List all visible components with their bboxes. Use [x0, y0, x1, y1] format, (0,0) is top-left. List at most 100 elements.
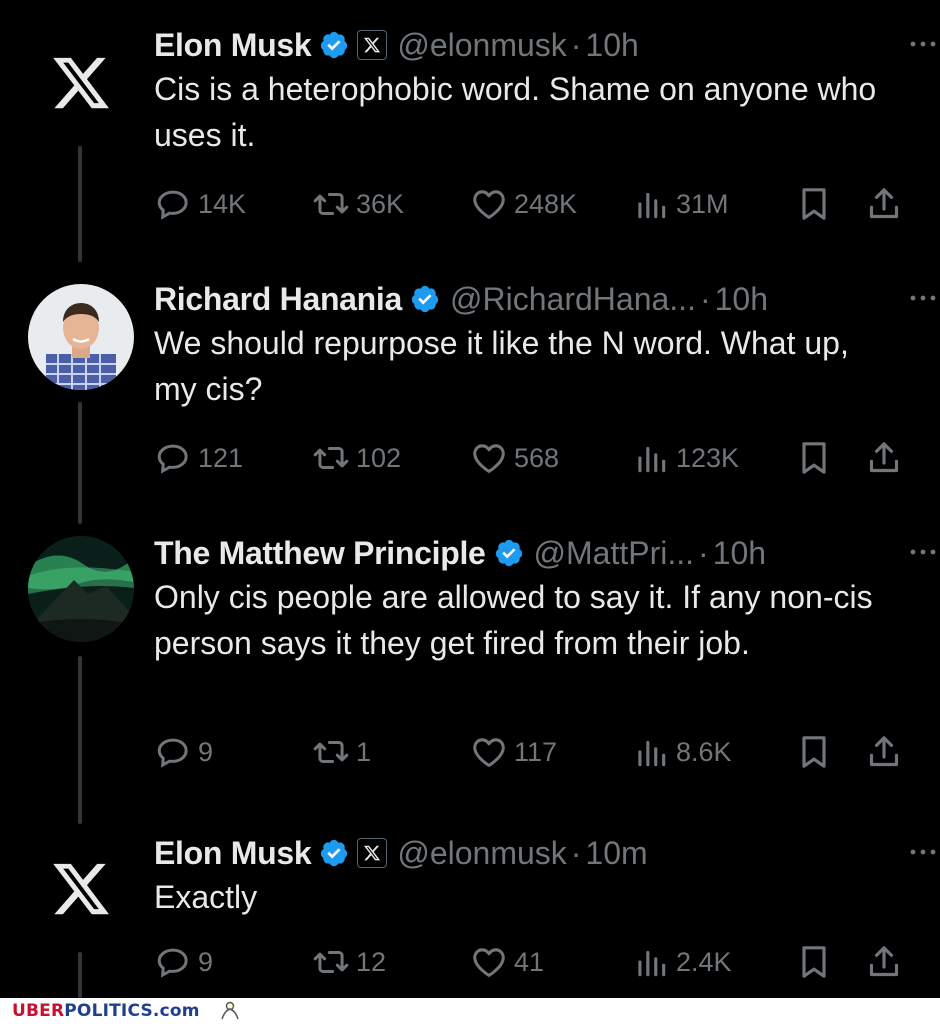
avatar[interactable] [28, 536, 134, 642]
more-options-icon[interactable] [906, 288, 940, 308]
tweet-text: Cis is a heterophobic word. Shame on any… [154, 71, 877, 153]
conversation-thread: Elon Musk @elonmusk · 10h Cis is a heter… [0, 0, 940, 998]
author-handle[interactable]: @MattPri... [534, 535, 695, 572]
tweet-text: Only cis people are allowed to say it. I… [154, 579, 873, 661]
watermark-footer: UBERPOLITICS.com [0, 998, 940, 1024]
views-icon [638, 446, 666, 473]
repost-count: 36K [356, 188, 405, 219]
author-handle[interactable]: @RichardHana... [450, 281, 696, 318]
like-count: 248K [514, 188, 578, 219]
heart-icon [473, 444, 505, 473]
verified-icon [495, 539, 522, 567]
bookmark-icon[interactable] [794, 184, 834, 224]
verified-icon [321, 839, 348, 867]
repost-icon [313, 446, 349, 470]
tweet-header: Elon Musk @elonmusk · 10h [154, 20, 910, 70]
tweet-header: Richard Hanania @RichardHana... · 10h [154, 274, 910, 324]
repost-button[interactable]: 12 [312, 940, 386, 984]
reply-count: 9 [198, 736, 214, 767]
more-options-icon[interactable] [906, 542, 940, 562]
timestamp[interactable]: 10h [715, 281, 768, 318]
timestamp[interactable]: 10h [585, 27, 638, 64]
repost-button[interactable]: 36K [312, 182, 404, 226]
reply-button[interactable]: 14K [154, 182, 246, 226]
reply-icon [157, 444, 188, 474]
tweet-actions: 14K 36K 248K 31M [154, 182, 914, 226]
tweet-text: Exactly [154, 879, 258, 915]
more-options-icon[interactable] [906, 842, 940, 862]
reply-icon [157, 738, 188, 768]
repost-icon [313, 740, 349, 764]
view-count: 31M [676, 188, 729, 219]
bookmark-icon[interactable] [794, 942, 834, 982]
author-name[interactable]: Elon Musk [154, 27, 312, 64]
views-button[interactable]: 123K [632, 436, 739, 480]
like-button[interactable]: 248K [470, 182, 577, 226]
avatar[interactable] [28, 284, 134, 390]
separator-dot: · [570, 26, 582, 63]
like-count: 568 [514, 442, 560, 473]
reply-button[interactable]: 9 [154, 730, 213, 774]
views-icon [638, 192, 666, 219]
repost-count: 102 [356, 442, 402, 473]
reply-button[interactable]: 121 [154, 436, 243, 480]
repost-icon [313, 192, 349, 216]
heart-icon [473, 190, 505, 219]
reply-count: 121 [198, 442, 244, 473]
reply-button[interactable]: 9 [154, 940, 213, 984]
separator-dot: · [698, 534, 709, 571]
like-button[interactable]: 568 [470, 436, 559, 480]
heart-icon [473, 948, 505, 977]
author-handle[interactable]: @elonmusk [397, 835, 566, 872]
verified-icon [411, 285, 439, 313]
reply-icon [157, 948, 188, 978]
tweet-actions: 121 102 568 123K [154, 436, 914, 480]
tweet[interactable]: Elon Musk @elonmusk · 10h Cis is a heter… [0, 20, 940, 240]
x-affiliate-badge [357, 838, 388, 868]
x-logo-avatar[interactable] [50, 858, 112, 920]
author-name[interactable]: The Matthew Principle [154, 535, 486, 572]
repost-button[interactable]: 102 [312, 436, 401, 480]
reply-icon [157, 190, 188, 220]
timestamp[interactable]: 10m [585, 835, 647, 872]
watermark-part: POLITICS [64, 1001, 153, 1021]
views-button[interactable]: 2.4K [632, 940, 732, 984]
tweet[interactable]: Richard Hanania @RichardHana... · 10h We… [0, 274, 940, 494]
like-count: 41 [514, 946, 545, 977]
bookmark-icon[interactable] [794, 438, 834, 478]
views-icon [638, 950, 666, 977]
share-icon[interactable] [864, 732, 904, 772]
like-button[interactable]: 117 [470, 730, 557, 774]
author-name[interactable]: Richard Hanania [154, 281, 402, 318]
like-button[interactable]: 41 [470, 940, 544, 984]
share-icon[interactable] [864, 942, 904, 982]
view-count: 123K [676, 442, 740, 473]
tweet-header: The Matthew Principle @MattPri... · 10h [154, 528, 910, 578]
views-button[interactable]: 31M [632, 182, 729, 226]
verified-icon [321, 31, 348, 59]
share-icon[interactable] [864, 438, 904, 478]
more-options-icon[interactable] [906, 34, 940, 54]
reply-count: 9 [198, 946, 214, 977]
heart-icon [473, 738, 505, 767]
tweet[interactable]: Elon Musk @elonmusk · 10m Exactly 9 12 4… [0, 828, 940, 998]
bookmark-icon[interactable] [794, 732, 834, 772]
share-icon[interactable] [864, 184, 904, 224]
author-handle[interactable]: @elonmusk [397, 27, 566, 64]
author-name[interactable]: Elon Musk [154, 835, 312, 872]
eagle-mascot-icon [220, 1001, 239, 1020]
timestamp[interactable]: 10h [713, 535, 766, 572]
site-watermark: UBERPOLITICS.com [12, 1001, 200, 1021]
views-button[interactable]: 8.6K [632, 730, 732, 774]
repost-button[interactable]: 1 [312, 730, 371, 774]
like-count: 117 [514, 736, 558, 767]
watermark-part: UBER [12, 1001, 65, 1021]
tweet-actions: 9 12 41 2.4K [154, 940, 914, 984]
tweet[interactable]: The Matthew Principle @MattPri... · 10h … [0, 528, 940, 798]
separator-dot: · [570, 834, 582, 871]
views-icon [638, 740, 666, 767]
repost-count: 12 [356, 946, 387, 977]
reply-count: 14K [198, 188, 247, 219]
x-logo-avatar[interactable] [50, 52, 112, 114]
tweet-header: Elon Musk @elonmusk · 10m [154, 828, 910, 878]
